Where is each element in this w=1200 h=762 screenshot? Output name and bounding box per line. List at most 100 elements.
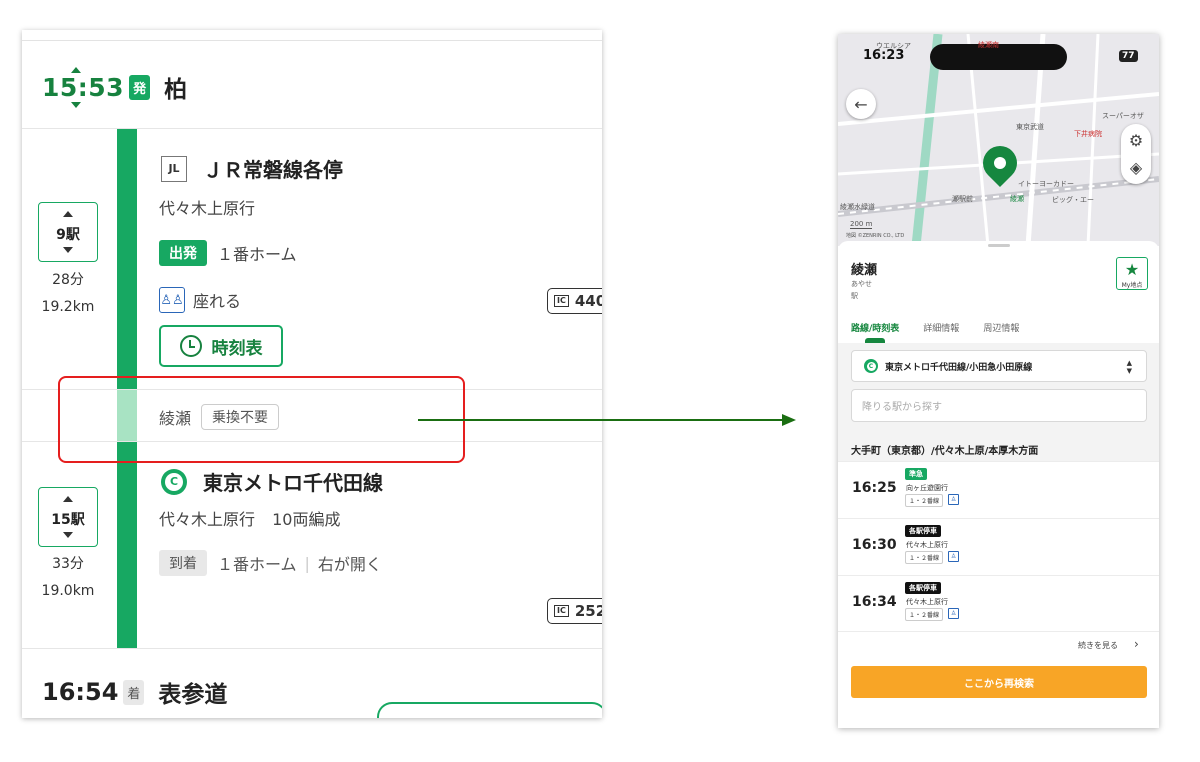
train-type: 各駅停車 [905, 525, 941, 537]
departure-row[interactable]: 15:53 発 柏 [42, 66, 187, 108]
tab-route-timetable[interactable]: 路線/時刻表 [851, 321, 899, 334]
line-name: 東京メトロ千代田線 [203, 471, 383, 495]
platform: １・２番線 [905, 608, 944, 621]
stops-count: 9駅 [56, 227, 80, 243]
updown-chevron-icon: ▲ ▼ [1126, 359, 1132, 375]
show-more-link[interactable]: 続きを見る [1078, 640, 1118, 651]
sheet-grabber[interactable] [988, 244, 1010, 247]
expand-down-icon [63, 247, 73, 253]
map-label: ウエルシア [876, 42, 911, 50]
platform: １・２番線 [905, 494, 944, 507]
departure-time: 16:25 [852, 480, 897, 496]
departure-time-stepper[interactable]: 15:53 [42, 66, 125, 108]
map-copyright: 地図 ©ZENRIN CO., LTD [846, 233, 905, 239]
battery-level: 77 [1119, 50, 1138, 62]
car-count: 10両編成 [272, 510, 341, 529]
departure-badge: 発 [129, 74, 151, 100]
map-view[interactable]: 16:23 77 ウエルシア 綾瀬南 東京武道 下井病院 スーパーオザ イトーヨ… [838, 34, 1159, 246]
separator: | [304, 553, 310, 573]
door-side: 右が開く [317, 555, 382, 574]
station-type: 駅 [851, 292, 858, 300]
my-place-label: My地点 [1121, 282, 1143, 289]
stops-count-button[interactable]: 9駅 [38, 202, 98, 262]
tab-nearby[interactable]: 周辺情報 [983, 321, 1019, 334]
depart-tag: 出発 [159, 240, 207, 266]
line-direction-row: 代々木上原行 10両編成 [159, 506, 340, 530]
train-type: 各駅停車 [905, 582, 941, 594]
destination-search-input[interactable]: 降りる駅から探す [851, 389, 1147, 422]
map-label: イトーヨーカドー [1018, 180, 1074, 188]
departure-time: 15:53 [42, 72, 125, 102]
seat-info-row: ♙♙ 座れる [159, 287, 241, 313]
seat-icon: ♙ [948, 551, 959, 562]
fare-badge: IC 252 [547, 598, 602, 624]
seat-icon: ♙ [948, 608, 959, 619]
tab-bar: 路線/時刻表 詳細情報 周辺情報 [851, 321, 1043, 334]
segment-meta: 33分 19.0km [22, 551, 114, 605]
back-arrow-icon: ← [854, 94, 868, 114]
divider [22, 128, 602, 129]
jl-line-icon: JL [161, 155, 187, 182]
star-icon: ★ [1124, 260, 1140, 279]
direction-header: 大手町（東京都）/代々木上原/本厚木方面 [851, 446, 1039, 457]
map-label: 綾瀬水緑道 [840, 203, 875, 211]
map-label: ビッグ・エー [1052, 196, 1094, 204]
arrival-platform-row: 到着 １番ホーム | 右が開く [159, 550, 382, 576]
gear-icon[interactable]: ⚙ [1129, 127, 1143, 155]
line-code: C [165, 472, 183, 491]
tab-details[interactable]: 詳細情報 [923, 321, 959, 334]
expand-up-icon [63, 496, 73, 502]
seat-icon: ♙ [948, 494, 959, 505]
chiyoda-line-bar [117, 441, 137, 648]
chiyoda-line-icon: C [161, 468, 187, 495]
map-controls[interactable]: ⚙ ◈ [1121, 124, 1151, 184]
chevron-right-icon[interactable]: › [1134, 637, 1139, 651]
expand-up-icon [63, 211, 73, 217]
phone-screen: 16:23 77 ウエルシア 綾瀬南 東京武道 下井病院 スーパーオザ イトーヨ… [838, 34, 1159, 728]
layers-icon[interactable]: ◈ [1130, 155, 1142, 181]
chiyoda-segment-title[interactable]: C 東京メトロ千代田線 [159, 467, 383, 496]
line-select-value: 東京メトロ千代田線/小田急小田原線 [885, 362, 1033, 373]
chiyoda-line-icon: C [864, 359, 878, 373]
departure-row[interactable]: 16:30 各駅停車 代々木上原行 １・２番線 ♙ [838, 518, 1159, 575]
my-place-button[interactable]: ★ My地点 [1116, 257, 1148, 290]
back-button[interactable]: ← [846, 89, 876, 119]
map-label: 綾瀬 [1010, 195, 1024, 203]
map-scale: 200 m [850, 220, 873, 229]
train-destination: 代々木上原行 [906, 598, 948, 606]
jr-line-bar [117, 129, 137, 389]
arrive-tag: 到着 [159, 550, 207, 576]
segment-distance: 19.2km [41, 299, 95, 315]
fare-value: 252 [574, 602, 602, 620]
time-up-icon[interactable] [71, 66, 81, 73]
stops-count-button[interactable]: 15駅 [38, 487, 98, 547]
departure-row[interactable]: 16:25 準急 向ヶ丘遊園行 １・２番線 ♙ [838, 461, 1159, 518]
arrival-station[interactable]: 表参道 [158, 675, 227, 709]
departure-row[interactable]: 16:34 各駅停車 代々木上原行 １・２番線 ♙ [838, 575, 1159, 632]
fare-badge: IC 440 [547, 288, 602, 314]
arrival-row[interactable]: 16:54 着 表参道 [42, 675, 227, 709]
segment-duration: 28分 [52, 272, 84, 288]
map-label: 東京武道 [1016, 123, 1044, 131]
search-from-here-button[interactable]: ここから再検索 [851, 666, 1147, 698]
timetable-button[interactable]: 時刻表 [159, 325, 283, 367]
train-destination: 代々木上原行 [906, 541, 948, 549]
route-detail-panel: 15:53 発 柏 9駅 28分 19.2km JL ＪＲ常磐線各停 代々木上原… [22, 30, 602, 718]
map-label: 綾瀬南 [978, 41, 999, 49]
arrival-time: 16:54 [42, 678, 119, 706]
platform: １番ホーム [217, 245, 297, 264]
map-label: 下井病院 [1074, 130, 1102, 138]
segment-meta: 28分 19.2km [22, 267, 114, 321]
jr-segment-title[interactable]: JL ＪＲ常磐線各停 [159, 154, 343, 183]
time-down-icon[interactable] [71, 101, 81, 108]
line-name: ＪＲ常磐線各停 [203, 158, 343, 182]
floating-button[interactable] [377, 702, 602, 718]
ic-card-icon: IC [554, 605, 569, 617]
line-select[interactable]: C 東京メトロ千代田線/小田急小田原線 ▲ ▼ [851, 350, 1147, 382]
divider [22, 648, 602, 649]
departure-station[interactable]: 柏 [164, 70, 187, 104]
ic-card-icon: IC [554, 295, 569, 307]
train-type: 準急 [905, 468, 927, 480]
station-sheet: 綾瀬 あやせ 駅 ★ My地点 路線/時刻表 詳細情報 周辺情報 C 東京メトロ… [838, 241, 1159, 728]
platform: １番ホーム [217, 555, 297, 574]
